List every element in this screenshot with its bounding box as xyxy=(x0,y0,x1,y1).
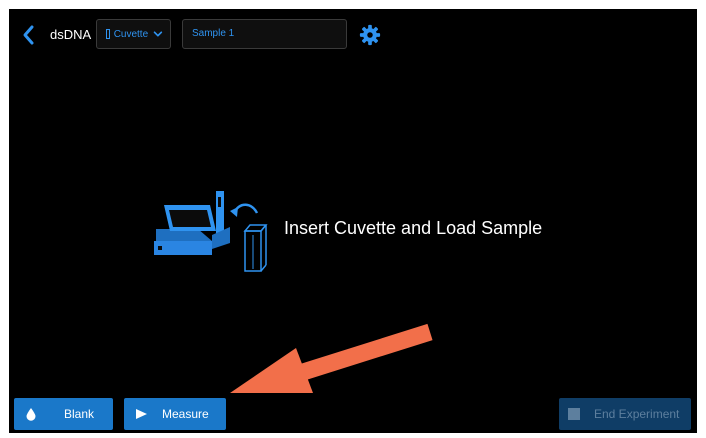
spectrophotometer-illustration xyxy=(154,191,268,272)
blank-button[interactable]: Blank xyxy=(14,398,113,430)
mode-dropdown[interactable]: Cuvette xyxy=(96,19,171,49)
measure-button-label: Measure xyxy=(162,407,209,421)
mode-dropdown-label: Cuvette xyxy=(113,28,149,40)
drop-icon xyxy=(26,408,36,421)
end-experiment-button[interactable]: End Experiment xyxy=(559,398,691,430)
instrument-screen: dsDNA Cuvette Sample 1 Insert Cuvette an… xyxy=(9,9,697,433)
end-experiment-button-label: End Experiment xyxy=(594,407,680,421)
blank-button-label: Blank xyxy=(64,407,95,421)
chevron-down-icon xyxy=(153,31,163,37)
measure-button[interactable]: Measure xyxy=(124,398,226,430)
gear-icon[interactable] xyxy=(359,24,381,46)
stop-icon xyxy=(568,408,580,420)
back-chevron-icon[interactable] xyxy=(21,24,35,46)
sample-name-input[interactable]: Sample 1 xyxy=(182,19,347,49)
play-icon xyxy=(136,409,147,419)
app-title: dsDNA xyxy=(50,27,92,42)
instruction-text: Insert Cuvette and Load Sample xyxy=(284,218,543,238)
cuvette-icon xyxy=(106,29,110,39)
